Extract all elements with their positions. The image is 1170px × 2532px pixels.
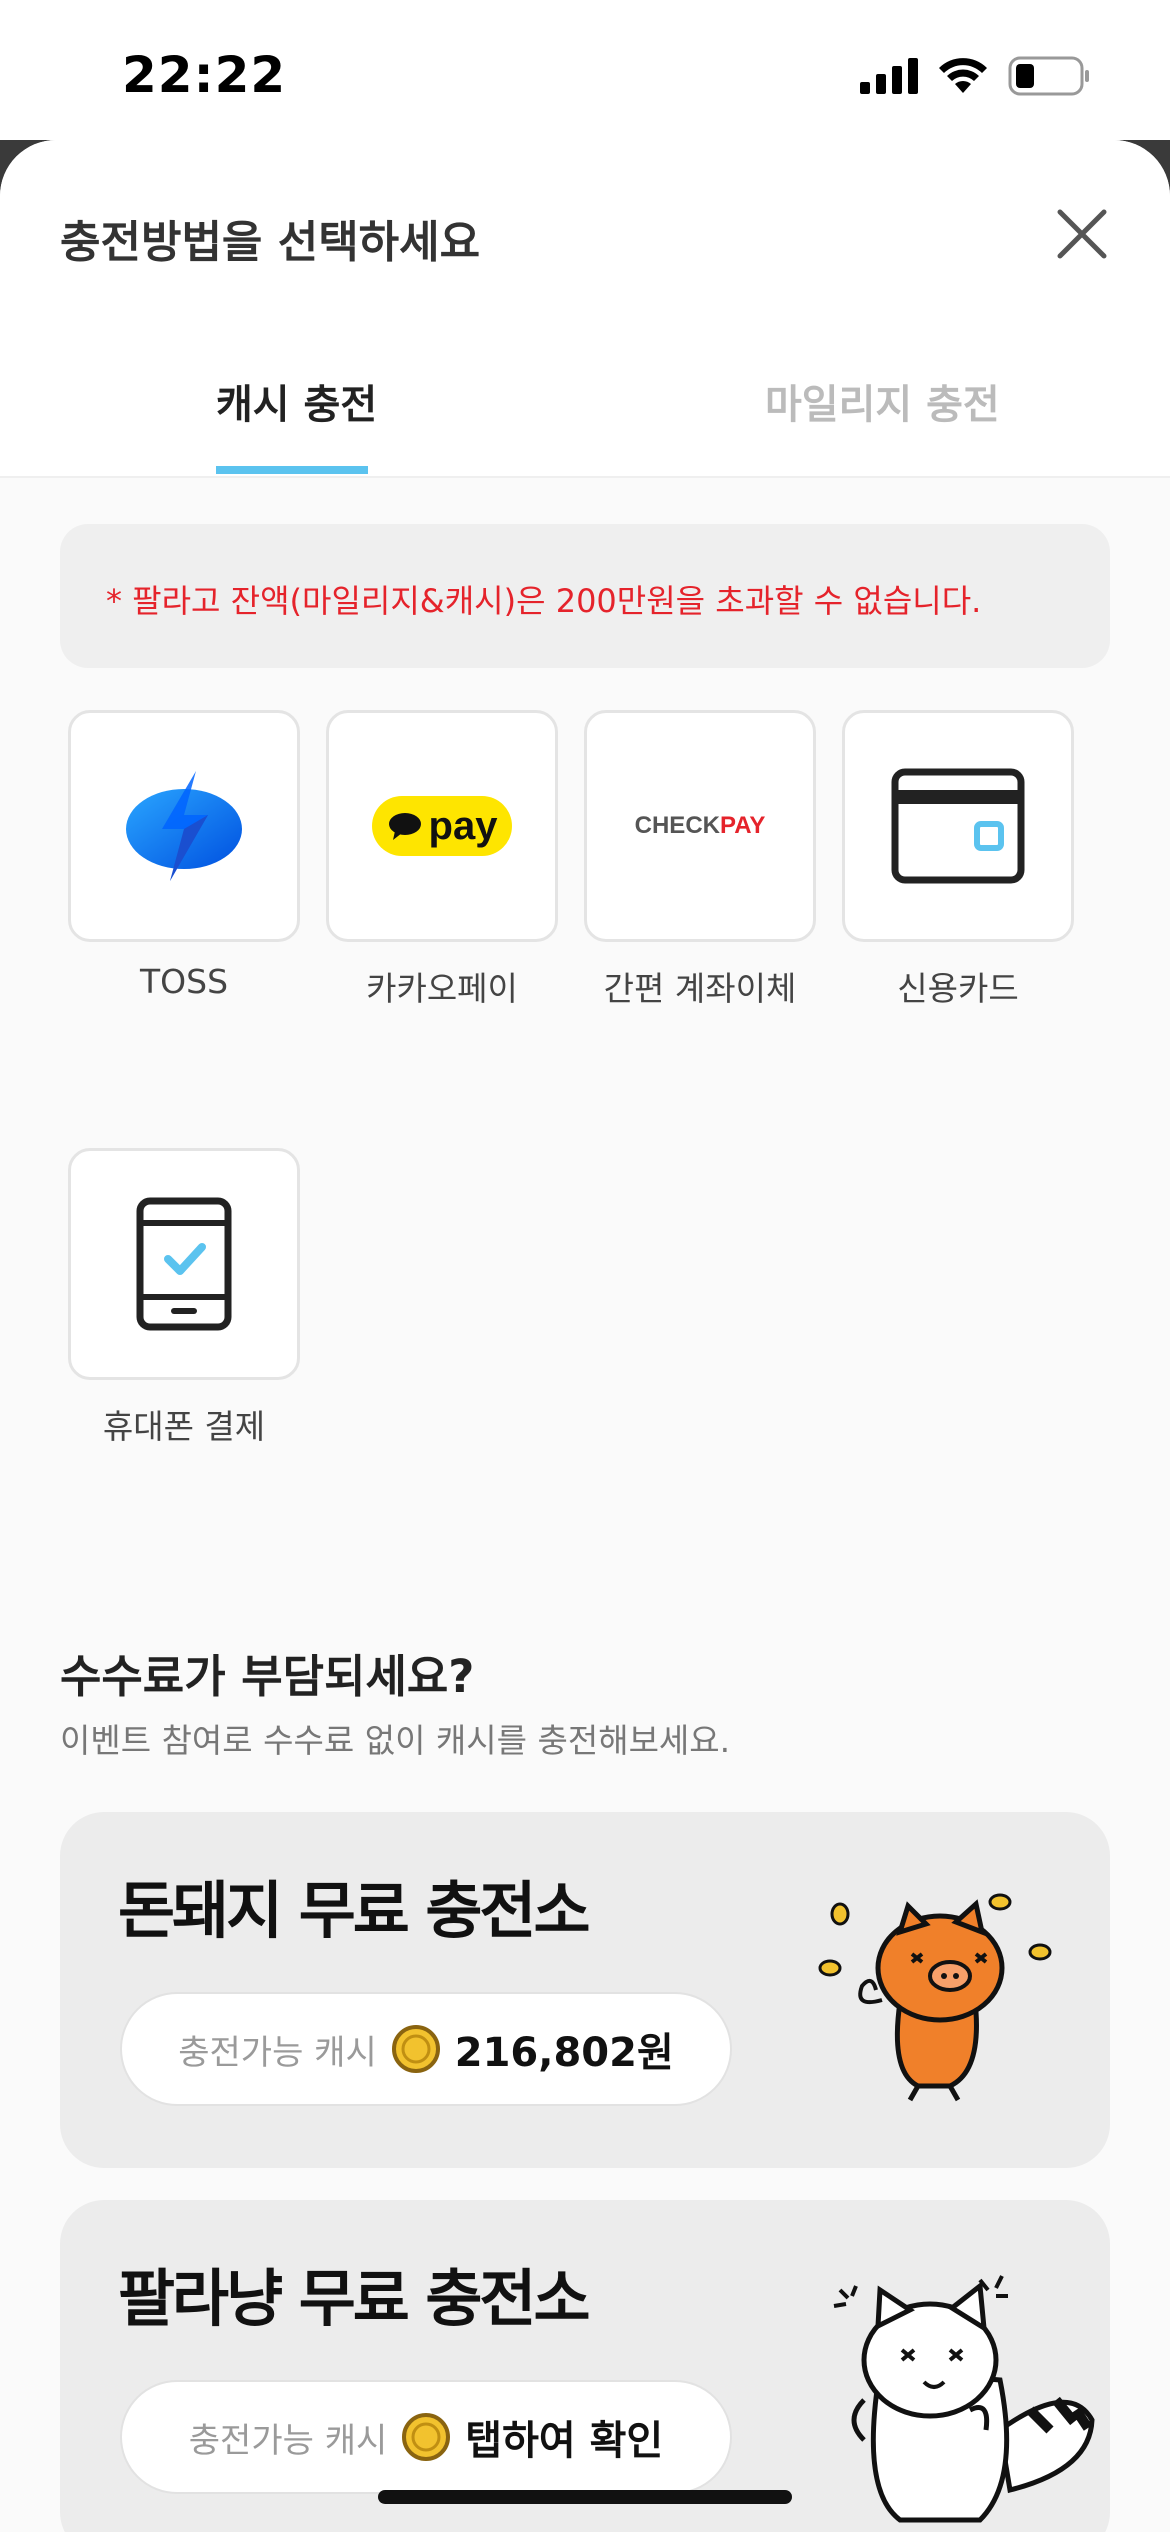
payment-option-label: 휴대폰 결제 bbox=[102, 1407, 266, 1446]
speech-bubble-icon bbox=[388, 813, 421, 840]
kakaopay-logo-text: pay bbox=[428, 803, 498, 848]
checkpay-icon: CHECKPAY bbox=[635, 812, 766, 840]
payment-option-box[interactable] bbox=[842, 710, 1074, 942]
pill-value: 216,802원 bbox=[454, 2030, 674, 2076]
tab-cash-charge[interactable]: 캐시 충전 bbox=[216, 372, 377, 430]
charge-method-sheet: 충전방법을 선택하세요 캐시 충전 마일리지 충전 * 팔라고 잔액(마일리지&… bbox=[0, 140, 1170, 2532]
status-icons bbox=[860, 56, 1090, 96]
pig-icon bbox=[818, 1893, 1052, 2102]
wifi-icon bbox=[939, 58, 987, 93]
payment-option-box[interactable]: CHECKPAY bbox=[584, 710, 816, 942]
payment-option-box[interactable]: pay bbox=[326, 710, 558, 942]
station-title: 돈돼지 무료 충전소 bbox=[118, 1874, 590, 1947]
close-button[interactable] bbox=[1054, 206, 1110, 262]
pill-value: 탭하여 확인 bbox=[465, 2418, 664, 2464]
payment-option-toss[interactable]: TOSS bbox=[68, 710, 300, 1001]
station-title: 팔라냥 무료 충전소 bbox=[118, 2262, 590, 2335]
cellular-signal-icon bbox=[860, 58, 918, 94]
sheet-header: 충전방법을 선택하세요 캐시 충전 마일리지 충전 bbox=[0, 140, 1170, 478]
chargeable-cash-pill[interactable]: 충전가능 캐시 탭하여 확인 bbox=[120, 2380, 732, 2494]
tab-mileage-charge[interactable]: 마일리지 충전 bbox=[765, 372, 1000, 430]
free-charge-station-cat[interactable]: 팔라냥 무료 충전소 충전가능 캐시 탭하여 확인 bbox=[60, 2200, 1110, 2532]
payment-option-credit-card[interactable]: 신용카드 bbox=[842, 710, 1074, 1010]
credit-card-icon bbox=[891, 768, 1025, 884]
payment-option-label: 신용카드 bbox=[897, 969, 1019, 1008]
coin-icon bbox=[402, 2413, 451, 2461]
payment-option-box[interactable] bbox=[68, 710, 300, 942]
payment-option-mobile[interactable]: 휴대폰 결제 bbox=[68, 1148, 300, 1448]
home-indicator bbox=[378, 2490, 792, 2504]
payment-option-label: 간편 계좌이체 bbox=[603, 969, 797, 1008]
raccoon-cat-icon bbox=[833, 2275, 1095, 2523]
coin-icon bbox=[391, 2025, 440, 2073]
payment-option-box[interactable] bbox=[68, 1148, 300, 1380]
notice-text: * 팔라고 잔액(마일리지&캐시)은 200만원을 초과할 수 없습니다. bbox=[106, 582, 982, 620]
pill-label: 충전가능 캐시 bbox=[178, 2032, 377, 2073]
chargeable-cash-pill[interactable]: 충전가능 캐시 216,802원 bbox=[120, 1992, 732, 2106]
kakaopay-icon: pay bbox=[372, 796, 512, 856]
status-bar: 22:22 bbox=[0, 0, 1170, 140]
battery-icon bbox=[1008, 56, 1089, 96]
active-tab-indicator bbox=[216, 466, 368, 474]
payment-option-kakaopay[interactable]: pay 카카오페이 bbox=[326, 710, 558, 1010]
balance-limit-notice: * 팔라고 잔액(마일리지&캐시)은 200만원을 초과할 수 없습니다. bbox=[60, 524, 1110, 668]
checkpay-logo-text-b: PAY bbox=[719, 812, 766, 839]
checkpay-logo-text-a: CHECK bbox=[634, 812, 720, 839]
payment-option-label: 카카오페이 bbox=[366, 969, 518, 1008]
mobile-phone-icon bbox=[136, 1197, 232, 1331]
pill-label: 충전가능 캐시 bbox=[188, 2420, 388, 2461]
payment-option-label: TOSS bbox=[139, 962, 229, 1001]
sheet-title: 충전방법을 선택하세요 bbox=[60, 217, 481, 268]
free-charge-station-pig[interactable]: 돈돼지 무료 충전소 충전가능 캐시 216,802원 bbox=[60, 1812, 1110, 2168]
status-time: 22:22 bbox=[122, 46, 287, 104]
fee-section-title: 수수료가 부담되세요? bbox=[60, 1650, 475, 1703]
payment-option-checkpay[interactable]: CHECKPAY 간편 계좌이체 bbox=[584, 710, 816, 1010]
fee-section-subtitle: 이벤트 참여로 수수료 없이 캐시를 충전해보세요. bbox=[60, 1721, 731, 1760]
toss-icon bbox=[126, 771, 242, 881]
